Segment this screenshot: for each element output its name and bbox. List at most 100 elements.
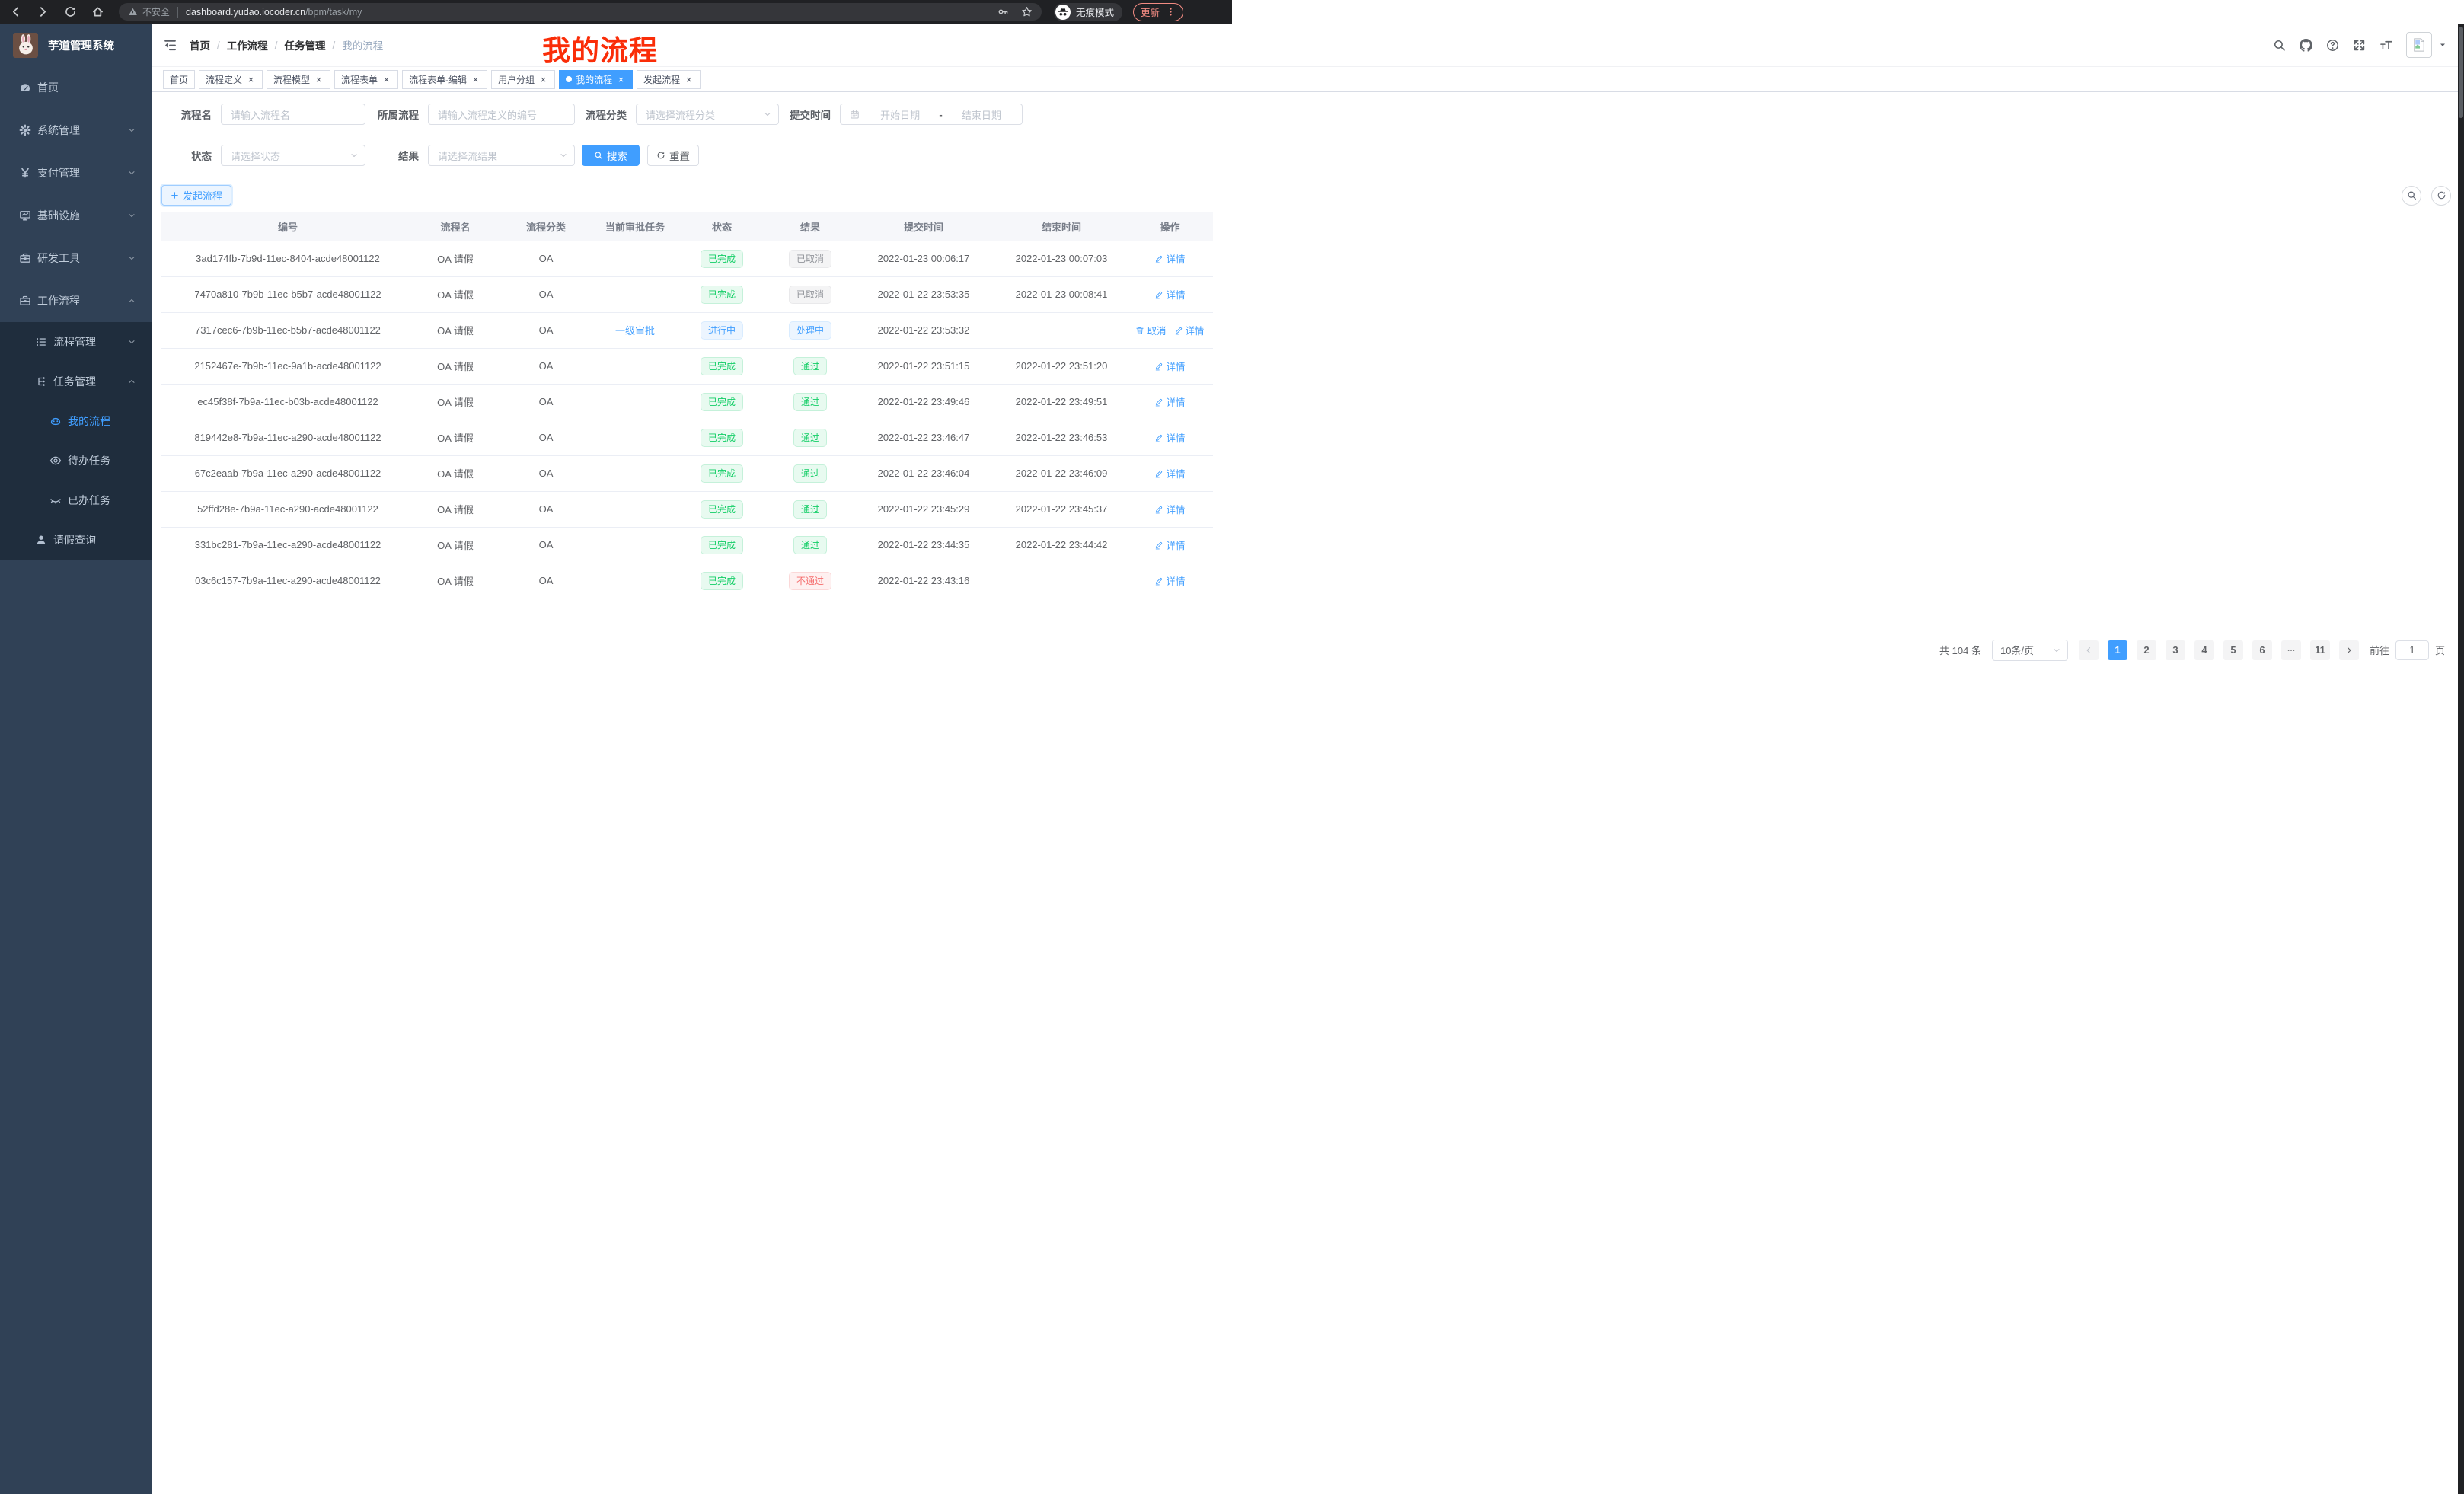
- cell-task: 一级审批: [595, 312, 675, 348]
- create-process-button[interactable]: 发起流程: [161, 185, 231, 206]
- tab-我的流程[interactable]: 我的流程×: [559, 70, 633, 89]
- security-label[interactable]: 不安全: [142, 5, 170, 18]
- sidebar-item-请假查询[interactable]: 请假查询: [0, 520, 152, 560]
- detail-link[interactable]: 详情: [1154, 251, 1185, 266]
- search-icon[interactable]: [2273, 39, 2286, 52]
- cancel-link[interactable]: 取消: [1135, 323, 1166, 337]
- detail-link[interactable]: 详情: [1154, 502, 1185, 516]
- breadcrumb: 首页/工作流程/任务管理/我的流程: [190, 37, 383, 53]
- page-button-2[interactable]: 2: [2137, 640, 2156, 660]
- table-row: 331bc281-7b9a-11ec-a290-acde48001122OA 请…: [161, 527, 1213, 563]
- filter-label: 提交时间: [787, 107, 840, 122]
- filter-row-1: 流程名 请输入流程名 所属流程 请输入流程定义的编号 流程分类 请选择流程分类 …: [177, 104, 2458, 125]
- cell-end-time: 2022-01-22 23:51:20: [996, 348, 1127, 384]
- process-name-input[interactable]: 请输入流程名: [221, 104, 365, 125]
- close-icon[interactable]: ×: [616, 75, 626, 85]
- browser-menu-icon[interactable]: [1166, 7, 1176, 17]
- tab-用户分组[interactable]: 用户分组×: [491, 70, 555, 89]
- user-icon: [35, 534, 47, 546]
- sidebar-item-研发工具[interactable]: 研发工具: [0, 237, 152, 279]
- sidebar-item-首页[interactable]: 首页: [0, 66, 152, 109]
- breadcrumb-separator: /: [217, 40, 220, 51]
- star-icon[interactable]: [1021, 6, 1033, 18]
- breadcrumb-item[interactable]: 任务管理: [285, 37, 326, 53]
- close-icon[interactable]: ×: [538, 75, 548, 85]
- breadcrumb-item[interactable]: 首页: [190, 37, 210, 53]
- github-icon[interactable]: [2300, 39, 2312, 52]
- sidebar-item-基础设施[interactable]: 基础设施: [0, 194, 152, 237]
- update-button[interactable]: 更新: [1133, 3, 1183, 21]
- status-select[interactable]: 请选择状态: [221, 145, 365, 166]
- date-range-picker[interactable]: 开始日期 - 结束日期: [840, 104, 1023, 125]
- chevron-down-icon[interactable]: [2439, 41, 2446, 49]
- process-definition-input[interactable]: 请输入流程定义的编号: [428, 104, 575, 125]
- sidebar-item-已办任务[interactable]: 已办任务: [0, 480, 152, 520]
- collapse-sidebar-icon[interactable]: [163, 38, 177, 53]
- tab-流程模型[interactable]: 流程模型×: [267, 70, 330, 89]
- next-page-button[interactable]: [2339, 640, 2359, 660]
- sidebar-item-工作流程[interactable]: 工作流程: [0, 279, 152, 322]
- logo-row[interactable]: 芋道管理系统: [0, 24, 152, 66]
- detail-link[interactable]: 详情: [1154, 287, 1185, 302]
- page-button-4[interactable]: 4: [2194, 640, 2214, 660]
- detail-link[interactable]: 详情: [1154, 538, 1185, 552]
- close-icon[interactable]: ×: [381, 75, 391, 85]
- back-icon[interactable]: [9, 5, 22, 18]
- more-pages-button[interactable]: [2281, 640, 2301, 660]
- cell-ops: 详情: [1127, 241, 1213, 276]
- page-button-3[interactable]: 3: [2166, 640, 2185, 660]
- result-select[interactable]: 请选择流结果: [428, 145, 575, 166]
- sidebar-item-任务管理[interactable]: 任务管理: [0, 362, 152, 401]
- search-button[interactable]: 搜索: [582, 145, 640, 166]
- task-link[interactable]: 一级审批: [615, 325, 655, 337]
- page-button-5[interactable]: 5: [2223, 640, 2243, 660]
- tab-发起流程[interactable]: 发起流程×: [637, 70, 701, 89]
- show-search-button[interactable]: [2402, 186, 2421, 206]
- page-button-1[interactable]: 1: [2108, 640, 2127, 660]
- tab-流程定义[interactable]: 流程定义×: [199, 70, 263, 89]
- close-icon[interactable]: ×: [246, 75, 256, 85]
- tab-流程表单-编辑[interactable]: 流程表单-编辑×: [402, 70, 487, 89]
- reset-button[interactable]: 重置: [647, 145, 699, 166]
- close-icon[interactable]: ×: [314, 75, 324, 85]
- detail-link[interactable]: 详情: [1154, 394, 1185, 409]
- tab-流程表单[interactable]: 流程表单×: [334, 70, 398, 89]
- home-icon[interactable]: [91, 5, 104, 18]
- goto-page-input[interactable]: 1: [2395, 640, 2429, 660]
- detail-link[interactable]: 详情: [1154, 466, 1185, 480]
- close-icon[interactable]: ×: [471, 75, 480, 85]
- detail-link[interactable]: 详情: [1154, 573, 1185, 588]
- page-scrollbar[interactable]: [2458, 24, 2464, 1494]
- sidebar-item-待办任务[interactable]: 待办任务: [0, 441, 152, 480]
- breadcrumb-item[interactable]: 工作流程: [227, 37, 268, 53]
- category-select[interactable]: 请选择流程分类: [636, 104, 779, 125]
- detail-link[interactable]: 详情: [1154, 430, 1185, 445]
- sidebar-item-流程管理[interactable]: 流程管理: [0, 322, 152, 362]
- scrollbar-thumb[interactable]: [2459, 27, 2463, 118]
- forward-icon[interactable]: [37, 5, 49, 18]
- page-button-11[interactable]: 11: [2310, 640, 2330, 660]
- avatar[interactable]: [2406, 32, 2432, 58]
- help-icon[interactable]: [2326, 39, 2339, 52]
- page-size-select[interactable]: 10条/页: [1992, 640, 2068, 661]
- reload-icon[interactable]: [64, 5, 77, 18]
- tab-首页[interactable]: 首页: [163, 70, 195, 89]
- url-divider: [177, 7, 178, 18]
- detail-link[interactable]: 详情: [1174, 323, 1205, 337]
- sidebar-item-系统管理[interactable]: 系统管理: [0, 109, 152, 152]
- url-bar[interactable]: 不安全 dashboard.yudao.iocoder.cn /bpm/task…: [119, 3, 1042, 21]
- table-toolbar: 发起流程: [161, 185, 2458, 206]
- calendar-icon: [850, 110, 860, 120]
- detail-link[interactable]: 详情: [1154, 359, 1185, 373]
- close-icon[interactable]: ×: [684, 75, 694, 85]
- refresh-table-button[interactable]: [2431, 186, 2451, 206]
- fullscreen-icon[interactable]: [2353, 39, 2366, 52]
- key-icon[interactable]: [997, 6, 1009, 18]
- prev-page-button[interactable]: [2079, 640, 2099, 660]
- table-row: 03c6c157-7b9a-11ec-a290-acde48001122OA 请…: [161, 563, 1213, 599]
- sidebar-item-我的流程[interactable]: 我的流程: [0, 401, 152, 441]
- status-tag: 已取消: [789, 286, 831, 304]
- page-button-6[interactable]: 6: [2252, 640, 2272, 660]
- font-size-icon[interactable]: [2379, 39, 2392, 52]
- sidebar-item-支付管理[interactable]: 支付管理: [0, 152, 152, 194]
